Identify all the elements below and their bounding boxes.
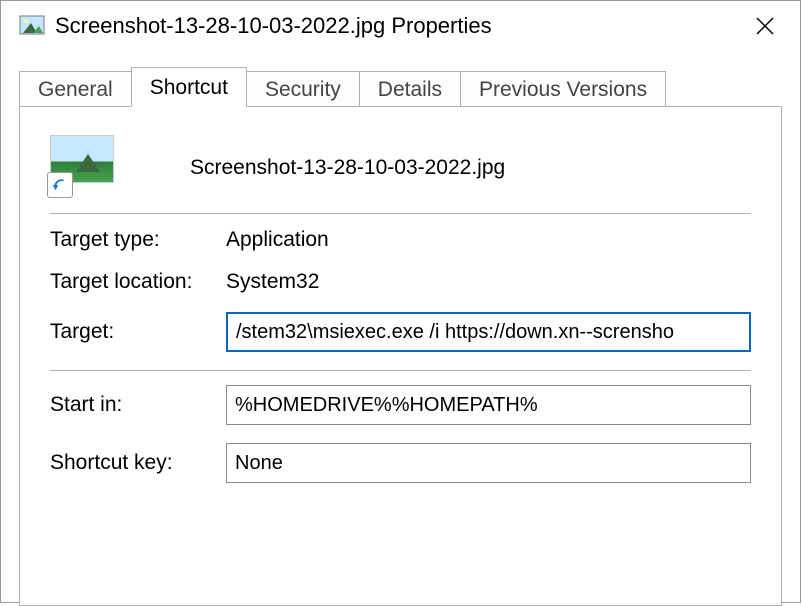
label-start-in: Start in:	[50, 393, 226, 417]
row-shortcut-key: Shortcut key:	[50, 443, 751, 483]
shortcut-overlay-icon	[47, 172, 73, 198]
tab-panel-shortcut: Screenshot-13-28-10-03-2022.jpg Target t…	[19, 106, 782, 606]
value-target-location: System32	[226, 270, 319, 294]
tab-previous-versions[interactable]: Previous Versions	[460, 71, 666, 106]
divider	[50, 370, 751, 371]
divider	[50, 213, 751, 214]
row-start-in: Start in:	[50, 385, 751, 425]
tabs-container: General Shortcut Security Details Previo…	[1, 51, 800, 606]
tab-security[interactable]: Security	[246, 71, 360, 106]
window-title: Screenshot-13-28-10-03-2022.jpg Properti…	[55, 13, 740, 39]
tab-details[interactable]: Details	[359, 71, 461, 106]
row-target-type: Target type: Application	[50, 228, 751, 252]
tab-general[interactable]: General	[19, 71, 132, 106]
tab-strip: General Shortcut Security Details Previo…	[19, 67, 782, 106]
label-target: Target:	[50, 320, 226, 344]
label-target-type: Target type:	[50, 228, 226, 252]
shortcut-filename: Screenshot-13-28-10-03-2022.jpg	[190, 150, 505, 180]
row-target: Target:	[50, 312, 751, 352]
label-shortcut-key: Shortcut key:	[50, 451, 226, 475]
label-target-location: Target location:	[50, 270, 226, 294]
target-input[interactable]	[226, 312, 751, 352]
shortcut-key-input[interactable]	[226, 443, 751, 483]
shortcut-target-icon	[50, 135, 120, 195]
value-target-type: Application	[226, 228, 329, 252]
start-in-input[interactable]	[226, 385, 751, 425]
app-icon	[19, 13, 45, 39]
properties-window: Screenshot-13-28-10-03-2022.jpg Properti…	[0, 0, 801, 603]
titlebar: Screenshot-13-28-10-03-2022.jpg Properti…	[1, 1, 800, 51]
close-button[interactable]	[740, 1, 790, 51]
shortcut-header: Screenshot-13-28-10-03-2022.jpg	[50, 127, 751, 213]
row-target-location: Target location: System32	[50, 270, 751, 294]
tab-shortcut[interactable]: Shortcut	[131, 67, 247, 107]
